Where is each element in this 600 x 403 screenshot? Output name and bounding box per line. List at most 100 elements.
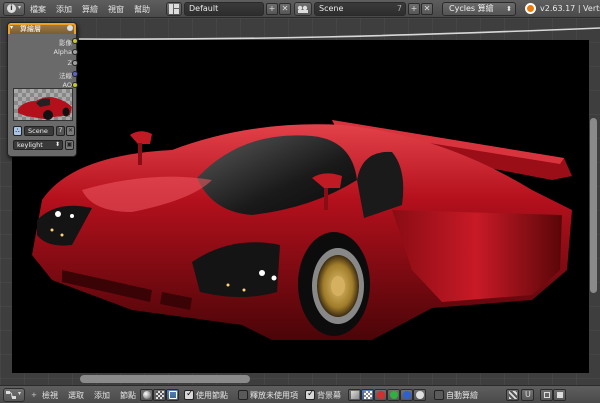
add-layout-button[interactable]: + (266, 3, 278, 15)
node-options-icon[interactable] (67, 25, 73, 31)
output-z: Z (68, 59, 78, 67)
socket-label: Alpha (53, 48, 72, 56)
view-mode-button[interactable] (506, 389, 519, 401)
shader-nodes-button[interactable] (140, 389, 153, 401)
socket-label: 影像 (59, 39, 72, 47)
camera-icon: ▣ (66, 141, 73, 148)
compositing-nodes-button[interactable] (166, 389, 179, 401)
close-icon: ✕ (281, 4, 289, 13)
output-alpha: Alpha (53, 48, 78, 56)
collapse-menu-icon[interactable]: + (31, 391, 37, 399)
render-layer-select[interactable]: keylight ⬍ (13, 140, 63, 150)
output-image: 影像 (59, 37, 78, 47)
copy-icon (544, 392, 550, 398)
add-scene-button[interactable]: + (408, 3, 420, 15)
backdrop-checkbox[interactable] (305, 389, 315, 400)
checker-icon (156, 391, 164, 399)
node-header[interactable]: ▾ 算繪層 (8, 23, 76, 34)
socket-image[interactable] (72, 38, 78, 44)
node-editor-icon (6, 391, 16, 399)
free-unused-checkbox[interactable] (238, 390, 248, 400)
composite-icon (169, 391, 177, 399)
menu-add[interactable]: 添加 (56, 4, 72, 15)
scene-user-count: 7 (396, 4, 402, 13)
scene-icon (297, 5, 308, 13)
socket-alpha[interactable] (72, 49, 78, 55)
socket-normal[interactable] (72, 71, 78, 77)
menu-render[interactable]: 算繪 (82, 4, 98, 15)
close-icon: ✕ (423, 4, 431, 13)
scene-browse-button[interactable]: ⛬ (13, 126, 22, 136)
unlink-scene-button[interactable]: ✕ (66, 126, 75, 136)
auto-render-checkbox[interactable] (434, 390, 444, 400)
info-header: i ▾ 檔案 添加 算繪 視窗 幫助 Default + ✕ Scene 7 +… (0, 0, 600, 18)
remove-scene-button[interactable]: ✕ (421, 3, 433, 15)
version-stats-text: v2.63.17 | Verts:3 (540, 4, 600, 13)
use-nodes-checkbox[interactable] (184, 389, 194, 400)
screen-layout-field[interactable]: Default (184, 2, 264, 16)
node-scene-field[interactable]: Scene (24, 126, 54, 136)
render-layers-node[interactable]: ▾ 算繪層 影像 Alpha Z 法線 AO ⛬ Scene 7 ✕ keyli… (7, 22, 78, 157)
magnet-icon: U (525, 390, 531, 399)
render-engine-select[interactable]: Cycles 算繪 ⬍ (442, 2, 516, 16)
copy-button[interactable] (540, 389, 553, 401)
white-circle-icon (416, 391, 424, 399)
auto-render-label: 自動算繪 (446, 391, 478, 400)
chevron-down-icon: ▾ (18, 390, 22, 397)
use-nodes-label: 使用節點 (196, 391, 228, 400)
scene-browse-button[interactable] (294, 2, 312, 16)
menu-window[interactable]: 視窗 (108, 4, 124, 15)
vertical-scrollbar[interactable] (590, 118, 597, 293)
channel-alpha-button[interactable] (413, 389, 426, 401)
menu-add[interactable]: 添加 (94, 390, 110, 401)
paste-icon (557, 392, 563, 398)
screen-layout-button[interactable] (166, 2, 182, 16)
chevron-down-icon[interactable]: ▾ (10, 24, 13, 32)
checker-icon (364, 391, 372, 399)
render-layer-value: keylight (17, 141, 43, 149)
node-scene-text: Scene (28, 127, 48, 135)
menu-node[interactable]: 節點 (120, 390, 136, 401)
free-unused-label: 釋放未使用項 (250, 391, 298, 400)
render-layer-button[interactable]: ▣ (65, 140, 74, 150)
channel-red-button[interactable] (374, 389, 387, 401)
snap-button[interactable]: U (521, 389, 534, 401)
channel-green-button[interactable] (387, 389, 400, 401)
menu-file[interactable]: 檔案 (30, 4, 46, 15)
backdrop-image (12, 40, 589, 373)
editor-type-button[interactable]: ▾ (3, 388, 25, 402)
node-editor-header: ▾ + 檢視 選取 添加 節點 使用節點 釋放未使用項 背景幕 自動算繪 U (0, 385, 600, 403)
scene-name-text: Scene (319, 4, 344, 13)
scene-icon: ⛬ (15, 127, 20, 134)
render-engine-value: Cycles 算繪 (449, 4, 494, 13)
remove-layout-button[interactable]: ✕ (279, 3, 291, 15)
channel-blue-button[interactable] (400, 389, 413, 401)
menu-select[interactable]: 選取 (68, 390, 84, 401)
backdrop-color-button[interactable] (348, 389, 361, 401)
menu-help[interactable]: 幫助 (134, 4, 150, 15)
backdrop-alpha-button[interactable] (361, 389, 374, 401)
info-icon: i (7, 4, 16, 13)
node-editor-area[interactable]: ▾ 算繪層 影像 Alpha Z 法線 AO ⛬ Scene 7 ✕ keyli… (0, 18, 600, 385)
scene-name-field[interactable]: Scene 7 (314, 2, 406, 16)
output-normal: 法線 (59, 70, 78, 80)
texture-nodes-button[interactable] (153, 389, 166, 401)
layout-grid-icon (169, 4, 179, 14)
chevron-updown-icon: ⬍ (54, 141, 60, 148)
menu-view[interactable]: 檢視 (42, 390, 58, 401)
editor-type-button[interactable]: i ▾ (3, 2, 25, 16)
sphere-icon (143, 391, 151, 399)
socket-z[interactable] (72, 60, 78, 66)
chevron-down-icon: ▾ (18, 4, 22, 11)
scene-users-text: 7 (58, 127, 63, 134)
node-title: 算繪層 (20, 25, 41, 33)
socket-label: 法線 (59, 72, 72, 80)
paste-button[interactable] (553, 389, 566, 401)
node-preview-image (13, 88, 73, 121)
car-render-image (32, 120, 572, 341)
scene-users-count: 7 (56, 126, 65, 136)
plus-icon: + (268, 4, 276, 13)
red-circle-icon (377, 391, 385, 399)
blue-circle-icon (403, 391, 411, 399)
horizontal-scrollbar[interactable] (80, 375, 250, 383)
